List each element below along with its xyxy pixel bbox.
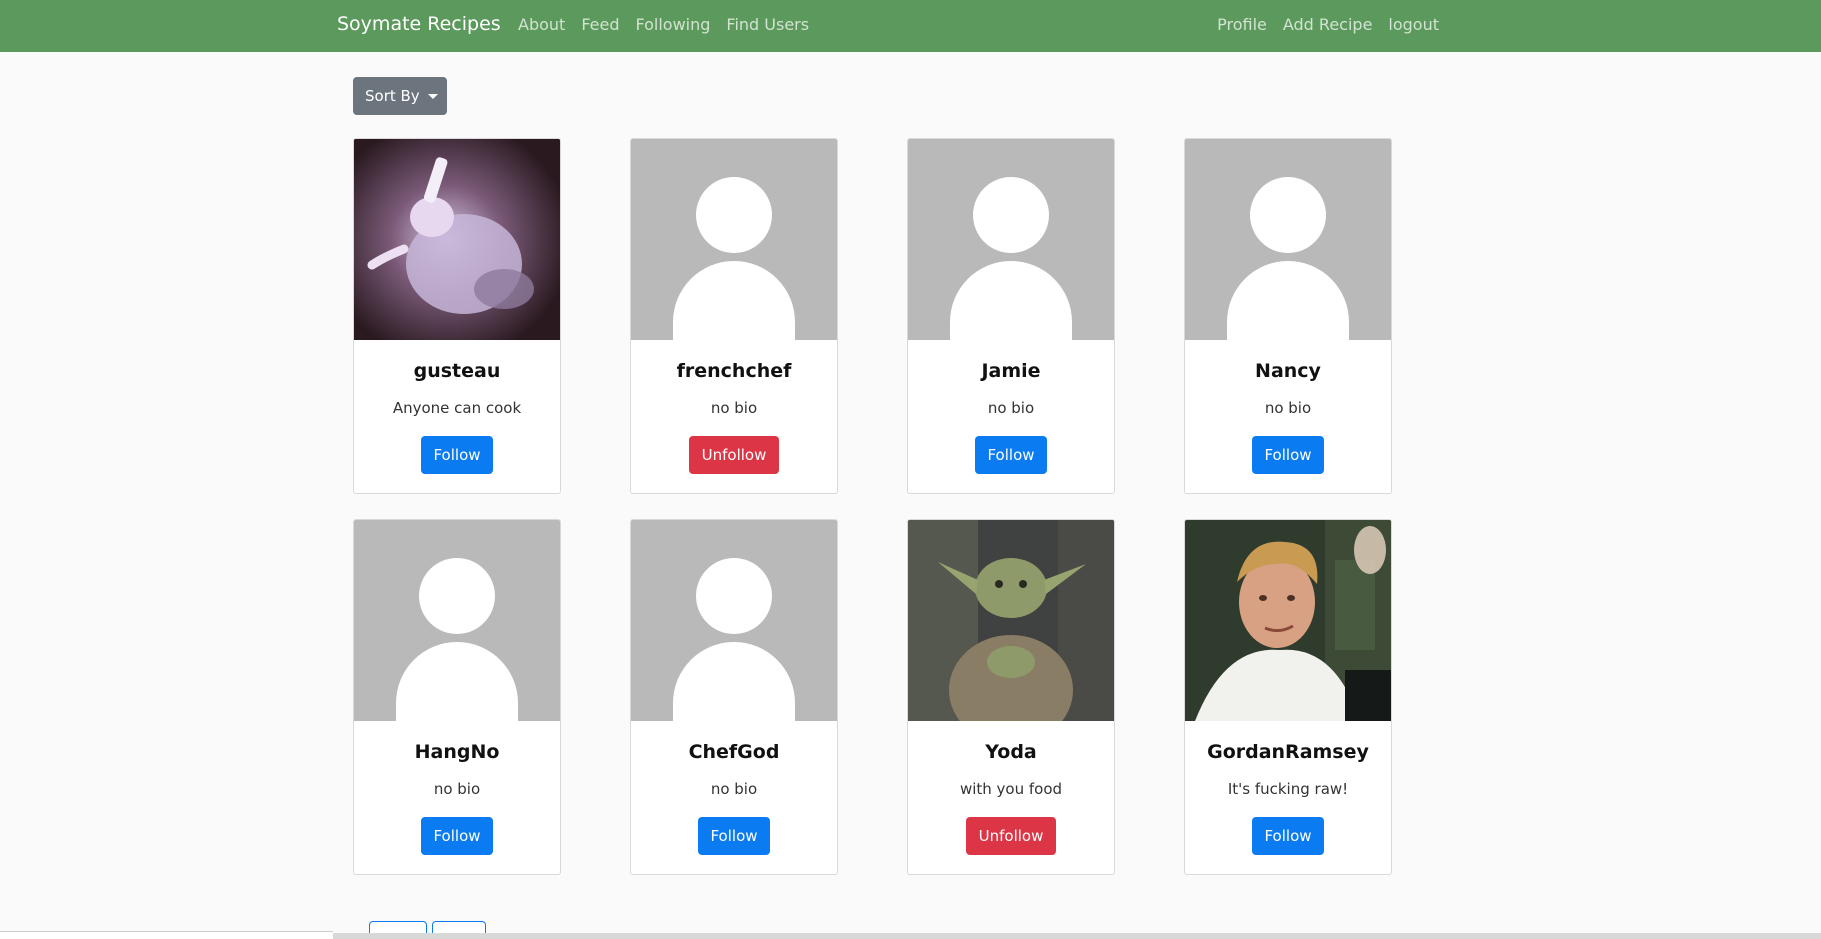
sort-by-label: Sort By <box>365 87 420 105</box>
user-card: gusteau Anyone can cook Follow <box>353 138 561 494</box>
user-card: HangNo no bio Follow <box>353 519 561 875</box>
nav-about-link[interactable]: About <box>518 15 565 34</box>
sort-by-dropdown-button[interactable]: Sort By <box>353 77 447 115</box>
caret-down-icon <box>427 93 438 99</box>
user-name: gusteau <box>413 360 501 382</box>
user-name: Jamie <box>981 360 1041 382</box>
user-bio: with you food <box>959 780 1063 798</box>
follow-button[interactable]: Follow <box>421 436 493 474</box>
follow-button[interactable]: Follow <box>1252 436 1324 474</box>
brand-link[interactable]: Soymate Recipes <box>337 13 501 35</box>
nav-right: Profile Add Recipe logout <box>1201 15 1439 34</box>
default-avatar-icon <box>354 520 560 721</box>
avatar <box>1185 520 1391 721</box>
follow-button[interactable]: Follow <box>975 436 1047 474</box>
user-bio: no bio <box>987 399 1035 417</box>
navbar: Soymate Recipes About Feed Following Fin… <box>0 0 1821 52</box>
status-bar <box>0 931 333 939</box>
user-name: Yoda <box>985 741 1037 763</box>
user-bio: no bio <box>710 399 758 417</box>
user-name: frenchchef <box>676 360 792 382</box>
user-card: Jamie no bio Follow <box>907 138 1115 494</box>
follow-button[interactable]: Follow <box>698 817 770 855</box>
default-avatar-icon <box>1185 139 1391 340</box>
follow-button[interactable]: Follow <box>421 817 493 855</box>
user-card: GordanRamsey It's fucking raw! Follow <box>1184 519 1392 875</box>
user-bio: It's fucking raw! <box>1227 780 1349 798</box>
nav-profile-link[interactable]: Profile <box>1217 15 1267 34</box>
nav-following-link[interactable]: Following <box>635 15 710 34</box>
user-card: frenchchef no bio Unfollow <box>630 138 838 494</box>
user-bio: no bio <box>710 780 758 798</box>
nav-find-users-link[interactable]: Find Users <box>726 15 809 34</box>
default-avatar-icon <box>631 520 837 721</box>
gordon-photo <box>1185 520 1391 721</box>
avatar <box>908 520 1114 721</box>
gusteau-photo <box>354 139 560 340</box>
yoda-photo <box>908 520 1114 721</box>
nav-feed-link[interactable]: Feed <box>581 15 619 34</box>
user-name: Nancy <box>1255 360 1321 382</box>
nav-add-recipe-link[interactable]: Add Recipe <box>1283 15 1373 34</box>
unfollow-button[interactable]: Unfollow <box>966 817 1056 855</box>
user-card: Nancy no bio Follow <box>1184 138 1392 494</box>
unfollow-button[interactable]: Unfollow <box>689 436 779 474</box>
user-card: ChefGod no bio Follow <box>630 519 838 875</box>
user-card: Yoda with you food Unfollow <box>907 519 1115 875</box>
default-avatar-icon <box>908 139 1114 340</box>
user-name: HangNo <box>414 741 500 763</box>
nav-logout-link[interactable]: logout <box>1388 15 1439 34</box>
user-name: GordanRamsey <box>1207 741 1369 763</box>
nav-left: About Feed Following Find Users <box>518 15 825 34</box>
user-name: ChefGod <box>688 741 780 763</box>
user-bio: no bio <box>433 780 481 798</box>
follow-button[interactable]: Follow <box>1252 817 1324 855</box>
user-bio: no bio <box>1264 399 1312 417</box>
user-card-grid: gusteau Anyone can cook Follow frenchche… <box>353 138 1393 875</box>
avatar <box>354 139 560 340</box>
horizontal-scrollbar[interactable] <box>333 933 1821 939</box>
user-bio: Anyone can cook <box>392 399 522 417</box>
default-avatar-icon <box>631 139 837 340</box>
